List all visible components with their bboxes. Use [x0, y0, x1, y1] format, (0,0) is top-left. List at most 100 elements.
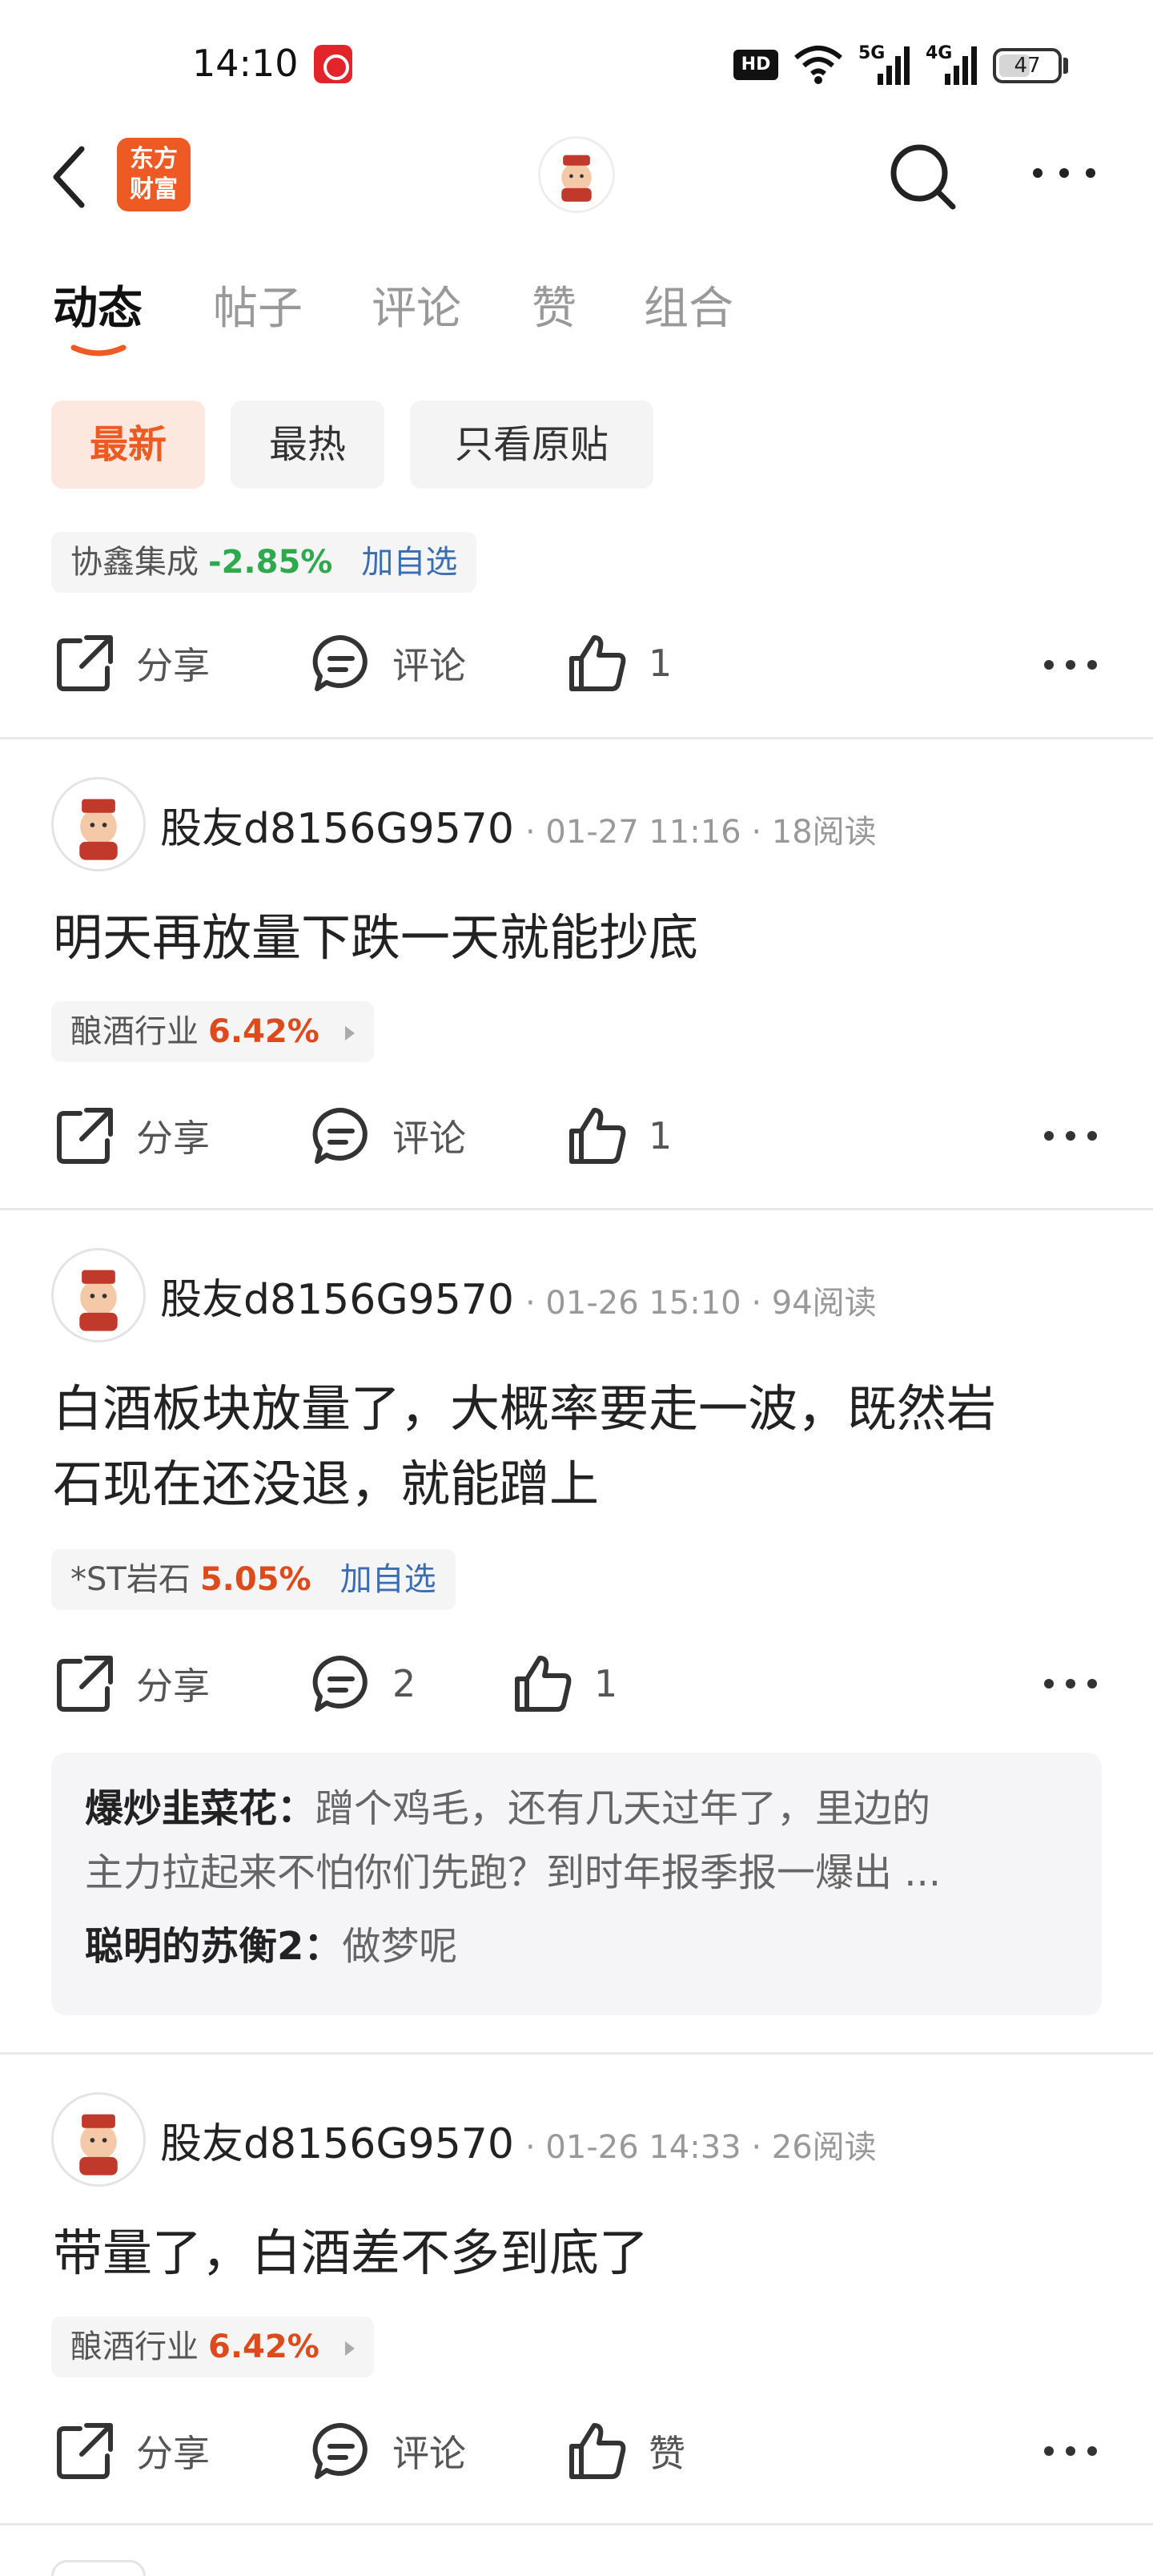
author-line: 股友d8156G9570 · 01-27 11:16 · 18阅读 — [160, 795, 877, 855]
post-text-line1: 白酒板块放量了，大概率要走一波，既然岩 — [53, 1379, 997, 1438]
comment-preview-box[interactable]: 爆炒韭菜花：蹭个鸡毛，还有几天过年了，里边的 主力拉起来不怕你们先跑？到时年报季… — [51, 1753, 1102, 2015]
share-button[interactable]: 分享 — [54, 1653, 210, 1714]
author-name[interactable]: 股友d8156G9570 — [160, 795, 514, 855]
tab-active-indicator — [70, 344, 127, 356]
like-button[interactable]: 1 — [567, 633, 672, 694]
tab-comments[interactable]: 评论 — [372, 272, 461, 337]
stock-tag[interactable]: 协鑫集成 -2.85% 加自选 — [51, 532, 477, 593]
share-label: 分享 — [136, 1664, 210, 1708]
filter-original-only[interactable]: 只看原贴 — [410, 400, 653, 489]
top-nav-bar: 东方 财富 — [0, 128, 1153, 224]
thumbs-up-icon — [569, 2423, 626, 2479]
filter-hot[interactable]: 最热 — [231, 400, 384, 489]
add-watchlist-button[interactable]: 加自选 — [361, 544, 457, 581]
author-name[interactable]: 股友d8156G9570 — [160, 2110, 514, 2170]
back-icon[interactable] — [46, 141, 94, 213]
share-label: 分享 — [136, 1117, 210, 1160]
share-button[interactable]: 分享 — [54, 633, 210, 694]
more-options-icon[interactable] — [1043, 657, 1099, 673]
avatar[interactable] — [51, 2560, 146, 2576]
author-line: 股友d8156G9570 · 01-26 15:10 · 94阅读 — [160, 1266, 877, 1326]
more-options-icon[interactable] — [1043, 2443, 1099, 2459]
like-button[interactable]: 赞 — [567, 2421, 685, 2481]
add-watchlist-button[interactable]: 加自选 — [340, 1561, 436, 1598]
thumbs-up-icon — [569, 635, 626, 691]
post-text[interactable]: 带量了，白酒差不多到底了 — [53, 2216, 1110, 2291]
stock-name: 协鑫集成 — [70, 544, 199, 581]
share-button[interactable]: 分享 — [54, 2421, 210, 2481]
tab-likes[interactable]: 赞 — [532, 272, 576, 337]
share-label: 分享 — [136, 644, 210, 687]
comment-icon — [312, 1655, 368, 1712]
comment-user[interactable]: 聪明的苏衡2： — [85, 1924, 342, 1969]
stock-change: 5.05% — [199, 1561, 311, 1598]
stock-change: -2.85% — [208, 544, 333, 581]
share-icon — [57, 1108, 113, 1164]
logo-line2: 财富 — [130, 175, 178, 203]
avatar[interactable] — [51, 1248, 146, 1342]
share-button[interactable]: 分享 — [54, 1105, 210, 1166]
comment-button[interactable]: 评论 — [311, 1105, 466, 1166]
stock-tag[interactable]: 酿酒行业 6.42% — [51, 2316, 374, 2377]
comment-label: 评论 — [392, 644, 466, 687]
more-icon[interactable] — [1028, 157, 1100, 189]
share-icon — [57, 2423, 113, 2479]
stock-tag[interactable]: *ST岩石 5.05% 加自选 — [51, 1549, 456, 1610]
like-count: 1 — [649, 642, 673, 685]
profile-avatar[interactable] — [538, 136, 615, 213]
comment-item[interactable]: 爆炒韭菜花：蹭个鸡毛，还有几天过年了，里边的 — [85, 1777, 1068, 1841]
tab-dynamics[interactable]: 动态 — [53, 272, 143, 337]
status-bar: 14:10 HD 5G 4G 47 — [0, 0, 1153, 128]
post-meta: · 01-26 14:33 · 26阅读 — [524, 2129, 877, 2166]
filter-latest[interactable]: 最新 — [51, 400, 205, 489]
divider — [0, 737, 1153, 739]
post-meta: · 01-27 11:16 · 18阅读 — [524, 814, 877, 851]
comment-button[interactable]: 评论 — [311, 2421, 466, 2481]
post-text-line2: 石现在还没退，就能蹭上 — [53, 1455, 600, 1513]
author-name[interactable]: 股友d8156G9570 — [160, 1266, 514, 1326]
comment-label: 评论 — [392, 2432, 466, 2475]
signal-4g-icon — [945, 46, 977, 85]
like-count: 1 — [649, 1114, 673, 1157]
status-time: 14:10 — [192, 42, 299, 85]
stock-change: 6.42% — [208, 2328, 319, 2365]
comment-button[interactable]: 评论 — [311, 633, 466, 694]
post-text[interactable]: 白酒板块放量了，大概率要走一波，既然岩 石现在还没退，就能蹭上 — [53, 1371, 1110, 1522]
share-icon — [57, 635, 113, 691]
stock-change: 6.42% — [208, 1013, 319, 1050]
like-button[interactable]: 1 — [512, 1653, 617, 1714]
comment-button[interactable]: 2 — [311, 1653, 416, 1714]
hd-icon: HD — [733, 50, 778, 80]
comment-text-line1: 蹭个鸡毛，还有几天过年了，里边的 — [315, 1786, 931, 1831]
comment-icon — [312, 2422, 368, 2479]
arrow-right-icon — [344, 2341, 355, 2356]
share-label: 分享 — [136, 2432, 210, 2475]
thumbs-up-icon — [569, 1108, 626, 1164]
tab-portfolio[interactable]: 组合 — [644, 272, 733, 337]
stock-name: 酿酒行业 — [70, 1013, 199, 1050]
wifi-icon — [794, 46, 842, 84]
like-count: 1 — [594, 1662, 618, 1705]
tab-posts[interactable]: 帖子 — [213, 272, 303, 337]
comment-icon — [312, 1107, 368, 1164]
divider — [0, 2523, 1153, 2526]
like-button[interactable]: 1 — [567, 1105, 672, 1166]
search-icon[interactable] — [884, 138, 961, 215]
notification-app-icon — [314, 45, 352, 83]
comment-item[interactable]: 聪明的苏衡2：做梦呢 — [85, 1914, 1068, 1978]
signal-5g-icon — [878, 46, 910, 85]
eastmoney-logo[interactable]: 东方 财富 — [117, 138, 191, 211]
post-meta: · 01-26 15:10 · 94阅读 — [524, 1285, 877, 1322]
more-options-icon[interactable] — [1043, 1676, 1099, 1692]
comment-text-line2: 主力拉起来不怕你们先跑？到时年报季报一爆出 ... — [85, 1850, 942, 1895]
comment-count: 2 — [392, 1662, 416, 1705]
avatar[interactable] — [51, 777, 146, 871]
post-text[interactable]: 明天再放量下跌一天就能抄底 — [53, 900, 1110, 976]
avatar[interactable] — [51, 2092, 146, 2187]
stock-tag[interactable]: 酿酒行业 6.42% — [51, 1001, 374, 1062]
divider — [0, 2052, 1153, 2055]
more-options-icon[interactable] — [1043, 1128, 1099, 1144]
comment-user[interactable]: 爆炒韭菜花： — [85, 1786, 315, 1831]
battery-level: 47 — [1014, 54, 1041, 78]
battery-icon: 47 — [993, 48, 1062, 83]
